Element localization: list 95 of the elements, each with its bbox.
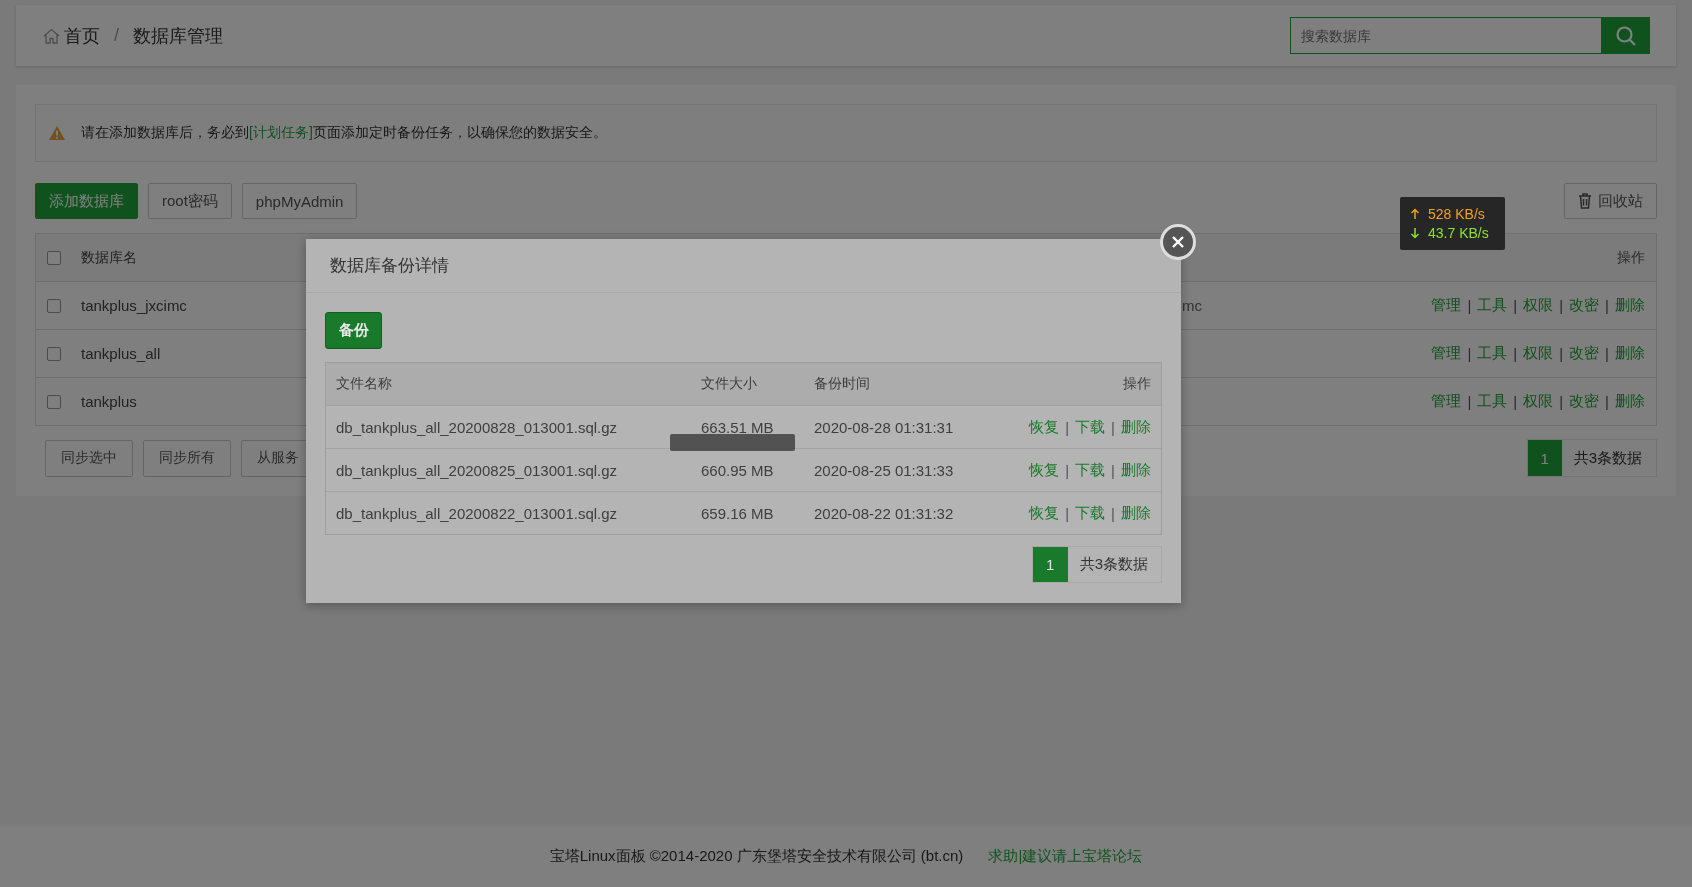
recycle-bin-button[interactable]: 回收站: [1564, 183, 1657, 219]
action-separator: |: [1467, 393, 1472, 410]
column-header: 数据库名: [81, 248, 137, 267]
column-header: 文件名称: [336, 375, 393, 393]
search-icon: [1615, 24, 1637, 47]
action-separator: |: [1065, 418, 1070, 436]
action-link[interactable]: 删除: [1615, 344, 1645, 363]
action-link[interactable]: 工具: [1477, 392, 1508, 411]
file-size: 660.95 MB: [701, 461, 775, 479]
dialog-title: 数据库备份详情: [330, 255, 449, 277]
sync-button[interactable]: 同步所有: [143, 439, 231, 477]
action-link[interactable]: 下载: [1075, 417, 1106, 437]
action-link[interactable]: 工具: [1477, 344, 1508, 363]
backup-time: 2020-08-25 01:31:33: [814, 461, 955, 479]
database-name: tankplus: [81, 393, 137, 410]
column-header: 备份时间: [814, 375, 871, 393]
row-checkbox[interactable]: [47, 298, 61, 313]
table-cell: mc: [1182, 297, 1202, 314]
action-separator: |: [1605, 393, 1609, 410]
warning-icon: [48, 125, 66, 141]
action-separator: |: [1065, 504, 1070, 522]
action-link[interactable]: 权限: [1523, 344, 1554, 363]
column-header: 操作: [1617, 248, 1645, 267]
action-separator: |: [1065, 461, 1070, 479]
toolbar-button[interactable]: 添加数据库: [35, 183, 138, 219]
action-link[interactable]: 权限: [1523, 392, 1554, 411]
action-separator: |: [1467, 345, 1472, 362]
action-link[interactable]: 改密: [1569, 344, 1600, 363]
action-link[interactable]: 权限: [1523, 296, 1554, 315]
file-name: db_tankplus_all_20200822_013001.sql.gz: [336, 504, 619, 522]
action-separator: |: [1513, 297, 1518, 314]
action-link[interactable]: 删除: [1615, 392, 1645, 411]
download-speed: 43.7 KB/s: [1428, 225, 1489, 241]
column-header: 操作: [1123, 375, 1151, 393]
total-count: 共3条数据: [1572, 447, 1643, 468]
backup-time: 2020-08-28 01:31:31: [814, 418, 955, 436]
upload-arrow-icon: [1410, 208, 1420, 220]
close-icon: [1171, 235, 1185, 249]
action-link[interactable]: 改密: [1569, 392, 1600, 411]
row-checkbox[interactable]: [47, 394, 61, 409]
file-size: 663.51 MB: [701, 418, 775, 436]
breadcrumb-link[interactable]: 数据库管理: [133, 23, 223, 48]
breadcrumb-link[interactable]: 首页: [64, 23, 100, 48]
column-header: 文件大小: [701, 375, 758, 393]
action-separator: |: [1513, 393, 1518, 410]
action-separator: |: [1605, 297, 1609, 314]
file-size: 659.16 MB: [701, 504, 775, 522]
backup-time: 2020-08-22 01:31:32: [814, 504, 955, 522]
action-separator: |: [1605, 345, 1609, 362]
action-link[interactable]: 下载: [1075, 503, 1106, 523]
action-separator: |: [1559, 297, 1564, 314]
action-separator: |: [1513, 345, 1518, 362]
page-number[interactable]: 1: [1527, 440, 1562, 476]
action-separator: |: [1559, 393, 1564, 410]
file-name: db_tankplus_all_20200828_013001.sql.gz: [336, 418, 619, 436]
action-link[interactable]: 恢复: [1029, 417, 1060, 437]
alert-message: 请在添加数据库后，务必到[计划任务]页面添加定时备份任务，以确保您的数据安全。: [81, 124, 607, 142]
action-separator: |: [1111, 461, 1115, 479]
total-count: 共3条数据: [1078, 554, 1149, 574]
sync-button[interactable]: 同步选中: [45, 439, 133, 477]
action-link[interactable]: 工具: [1477, 296, 1508, 315]
action-separator: |: [1559, 345, 1564, 362]
action-link[interactable]: 管理: [1431, 344, 1462, 363]
action-separator: |: [1111, 418, 1115, 436]
action-link[interactable]: 管理: [1431, 392, 1462, 411]
action-link[interactable]: 恢复: [1029, 503, 1060, 523]
file-name: db_tankplus_all_20200825_013001.sql.gz: [336, 461, 619, 479]
schedule-link[interactable]: [计划任务]: [249, 124, 313, 140]
database-name: tankplus_jxcimc: [81, 297, 187, 314]
download-arrow-icon: [1410, 227, 1420, 239]
forum-link[interactable]: 求助|建议请上宝塔论坛: [988, 847, 1143, 866]
action-link[interactable]: 恢复: [1029, 460, 1060, 480]
action-separator: |: [1111, 504, 1115, 522]
row-checkbox[interactable]: [47, 346, 61, 361]
backup-button[interactable]: 备份: [325, 312, 382, 349]
breadcrumb-separator: /: [114, 25, 119, 46]
action-link[interactable]: 改密: [1569, 296, 1600, 315]
action-link[interactable]: 删除: [1121, 503, 1151, 523]
action-link[interactable]: 删除: [1615, 296, 1645, 315]
action-link[interactable]: 删除: [1121, 417, 1151, 437]
trash-icon: [1578, 193, 1592, 209]
action-link[interactable]: 下载: [1075, 460, 1106, 480]
copyright-text: 宝塔Linux面板 ©2014-2020 广东堡塔安全技术有限公司 (bt.cn): [549, 847, 964, 866]
page-number[interactable]: 1: [1032, 547, 1068, 582]
action-separator: |: [1467, 297, 1472, 314]
search-button[interactable]: [1602, 17, 1650, 54]
action-link[interactable]: 管理: [1431, 296, 1462, 315]
database-name: tankplus_all: [81, 345, 161, 362]
upload-speed: 528 KB/s: [1428, 206, 1485, 222]
select-all-checkbox[interactable]: [47, 250, 61, 265]
toolbar-button[interactable]: phpMyAdmin: [241, 183, 358, 219]
home-icon: [43, 27, 60, 44]
toolbar-button[interactable]: root密码: [148, 183, 232, 219]
action-link[interactable]: 删除: [1121, 460, 1151, 480]
search-field[interactable]: 搜索数据库: [1290, 17, 1602, 54]
